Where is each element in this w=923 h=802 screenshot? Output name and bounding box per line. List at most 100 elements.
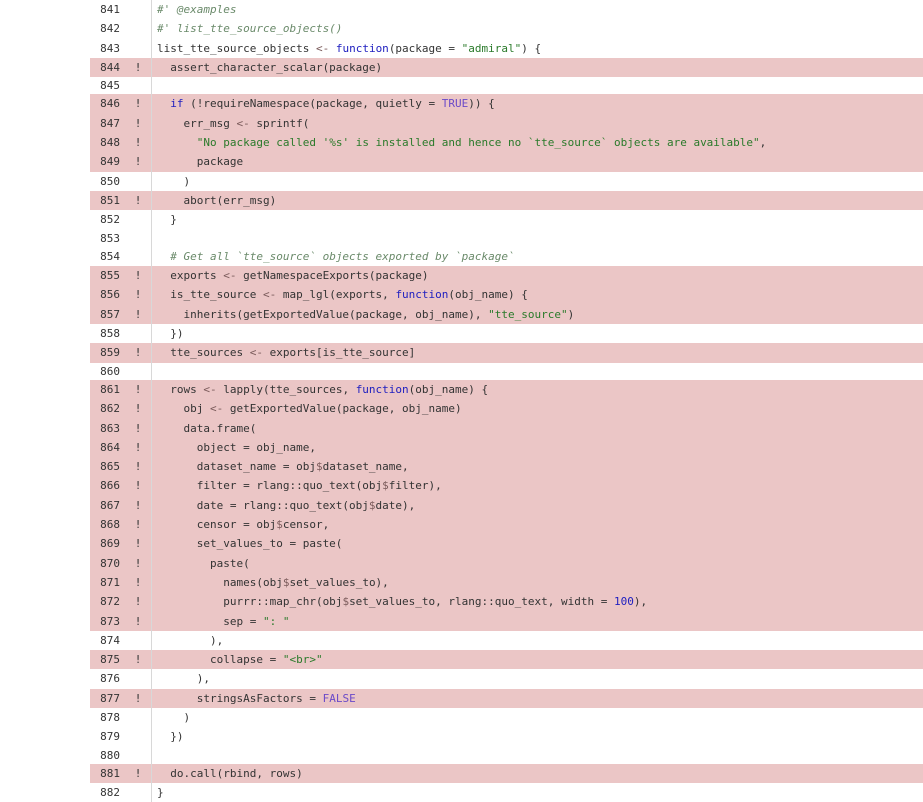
line-number[interactable]: 852 (90, 210, 125, 229)
code-line: 874 ), (90, 631, 923, 650)
line-number[interactable]: 870 (90, 554, 125, 573)
line-number[interactable]: 841 (90, 0, 125, 19)
code-line: 853 (90, 230, 923, 247)
code-token-plain: map_lgl(exports, (276, 288, 395, 301)
source-code: tte_sources <- exports[is_tte_source] (152, 343, 923, 362)
code-token-comment: #' @examples (157, 3, 236, 16)
line-number[interactable]: 882 (90, 783, 125, 802)
line-number[interactable]: 881 (90, 764, 125, 783)
line-number[interactable]: 855 (90, 266, 125, 285)
code-token-plain: do.call(rbind, rows) (157, 767, 303, 780)
line-number[interactable]: 867 (90, 496, 125, 515)
code-token-plain: )) { (468, 97, 495, 110)
line-number[interactable]: 846 (90, 94, 125, 113)
line-number[interactable]: 873 (90, 612, 125, 631)
code-token-comment: #' list_tte_source_objects() (157, 22, 342, 35)
code-token-plain: sprintf( (250, 117, 310, 130)
line-number[interactable]: 863 (90, 419, 125, 438)
code-token-plain: err_msg (157, 117, 236, 130)
code-token-plain: } (157, 213, 177, 226)
line-number[interactable]: 845 (90, 77, 125, 94)
code-token-plain: inherits(getExportedValue(package, obj_n… (157, 308, 488, 321)
line-number[interactable]: 875 (90, 650, 125, 669)
code-line-uncovered: 859! tte_sources <- exports[is_tte_sourc… (90, 343, 923, 362)
line-number[interactable]: 869 (90, 534, 125, 553)
coverage-marker: ! (125, 438, 152, 457)
code-line-uncovered: 855! exports <- getNamespaceExports(pack… (90, 266, 923, 285)
line-number[interactable]: 854 (90, 247, 125, 266)
coverage-marker (125, 669, 152, 688)
line-number[interactable]: 874 (90, 631, 125, 650)
line-number[interactable]: 853 (90, 230, 125, 247)
code-token-plain: ) { (521, 42, 541, 55)
code-token-plain: ) (157, 711, 190, 724)
code-token-plain: exports (157, 269, 223, 282)
line-number[interactable]: 862 (90, 399, 125, 418)
line-number[interactable]: 868 (90, 515, 125, 534)
code-token-keyword: if (170, 97, 183, 110)
code-line-uncovered: 864! object = obj_name, (90, 438, 923, 457)
source-code: inherits(getExportedValue(package, obj_n… (152, 305, 923, 324)
code-token-string: "admiral" (462, 42, 522, 55)
code-line-uncovered: 865! dataset_name = obj$dataset_name, (90, 457, 923, 476)
code-line: 879 }) (90, 727, 923, 746)
line-number[interactable]: 866 (90, 476, 125, 495)
line-number[interactable]: 865 (90, 457, 125, 476)
source-coverage-table: 841 #' @examples 842 #' list_tte_source_obj… (90, 0, 923, 802)
code-token-plain: (obj_name) { (448, 288, 527, 301)
line-number[interactable]: 856 (90, 285, 125, 304)
line-number[interactable]: 859 (90, 343, 125, 362)
code-line-uncovered: 881! do.call(rbind, rows) (90, 764, 923, 783)
code-line: 878 ) (90, 708, 923, 727)
line-number[interactable]: 844 (90, 58, 125, 77)
line-number[interactable]: 858 (90, 324, 125, 343)
source-code (152, 747, 923, 764)
line-number[interactable]: 877 (90, 689, 125, 708)
code-token-plain: ), (157, 634, 223, 647)
code-line-uncovered: 846! if (!requireNamespace(package, quie… (90, 94, 923, 113)
coverage-marker: ! (125, 133, 152, 152)
source-code: ) (152, 708, 923, 727)
code-token-keyword: function (395, 288, 448, 301)
code-token-plain: is_tte_source (157, 288, 263, 301)
line-number[interactable]: 880 (90, 747, 125, 764)
source-code: exports <- getNamespaceExports(package) (152, 266, 923, 285)
code-token-plain: getNamespaceExports(package) (236, 269, 428, 282)
line-number[interactable]: 842 (90, 19, 125, 38)
line-number[interactable]: 879 (90, 727, 125, 746)
code-line-uncovered: 847! err_msg <- sprintf( (90, 114, 923, 133)
coverage-marker: ! (125, 152, 152, 171)
line-number[interactable]: 843 (90, 39, 125, 58)
line-number[interactable]: 878 (90, 708, 125, 727)
line-number[interactable]: 861 (90, 380, 125, 399)
code-line-uncovered: 861! rows <- lapply(tte_sources, functio… (90, 380, 923, 399)
code-line-uncovered: 868! censor = obj$censor, (90, 515, 923, 534)
source-code: set_values_to = paste( (152, 534, 923, 553)
coverage-marker (125, 39, 152, 58)
code-line: 842 #' list_tte_source_objects() (90, 19, 923, 38)
source-coverage-body: 841 #' @examples 842 #' list_tte_source_obj… (90, 0, 923, 802)
coverage-marker: ! (125, 612, 152, 631)
line-number[interactable]: 847 (90, 114, 125, 133)
code-line: 876 ), (90, 669, 923, 688)
source-code: "No package called '%s' is installed and… (152, 133, 923, 152)
line-number[interactable]: 876 (90, 669, 125, 688)
line-number[interactable]: 872 (90, 592, 125, 611)
line-number[interactable]: 851 (90, 191, 125, 210)
code-line-uncovered: 875! collapse = "<br>" (90, 650, 923, 669)
coverage-marker: ! (125, 650, 152, 669)
line-number[interactable]: 849 (90, 152, 125, 171)
line-number[interactable]: 857 (90, 305, 125, 324)
code-token-op: <- (236, 117, 249, 130)
code-token-keyword: function (356, 383, 409, 396)
line-number[interactable]: 860 (90, 363, 125, 380)
coverage-marker: ! (125, 191, 152, 210)
line-number[interactable]: 850 (90, 172, 125, 191)
code-token-plain: filter = rlang::quo_text(obj (157, 479, 382, 492)
code-line-uncovered: 849! package (90, 152, 923, 171)
coverage-marker: ! (125, 534, 152, 553)
line-number[interactable]: 871 (90, 573, 125, 592)
code-token-const: FALSE (323, 692, 356, 705)
line-number[interactable]: 848 (90, 133, 125, 152)
line-number[interactable]: 864 (90, 438, 125, 457)
